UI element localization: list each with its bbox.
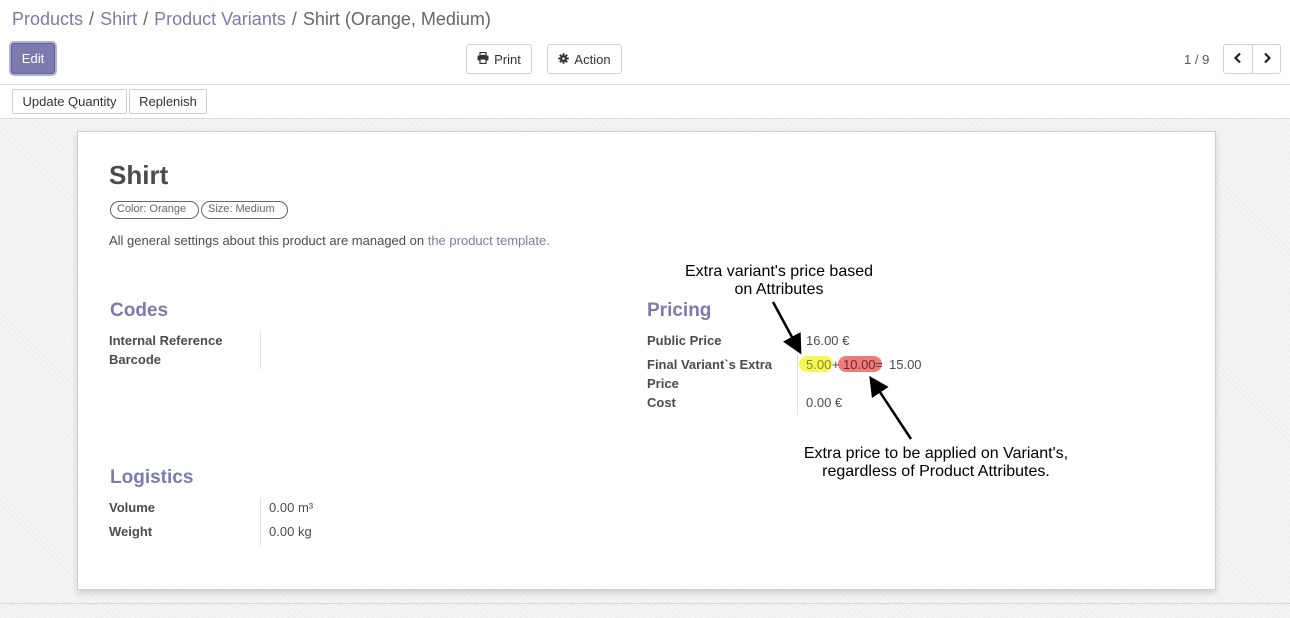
template-info: All general settings about this product … [109, 233, 550, 248]
breadcrumb-separator: / [143, 9, 149, 29]
breadcrumb-separator: / [89, 9, 95, 29]
attribute-extra-value: 5.00 [806, 357, 832, 372]
print-button-label: Print [494, 51, 521, 67]
final-extra-price-label-line2: Price [647, 376, 679, 391]
public-price-value[interactable]: 16.00 € [806, 333, 849, 348]
replenish-button[interactable]: Replenish [129, 89, 207, 114]
equals-sign: = [875, 357, 883, 372]
print-button[interactable]: Print [466, 44, 532, 74]
annotation-attribute-extra: Extra variant's price based on Attribute… [659, 263, 899, 299]
pager-previous-button[interactable] [1223, 44, 1253, 74]
annotation-variant-extra: Extra price to be applied on Variant's, … [786, 445, 1086, 481]
update-quantity-label: Update Quantity [22, 94, 117, 109]
volume-unit: m³ [297, 500, 314, 515]
chevron-right-icon [1262, 52, 1272, 67]
field-separator [260, 331, 261, 369]
update-quantity-button[interactable]: Update Quantity [12, 89, 127, 114]
public-price-label: Public Price [647, 333, 722, 348]
volume-label: Volume [109, 500, 155, 515]
cost-label: Cost [647, 395, 676, 410]
gear-icon [558, 52, 570, 67]
attribute-tag-color: Color: Orange [110, 201, 199, 219]
field-separator [797, 331, 798, 415]
action-button-label: Action [574, 51, 611, 67]
breadcrumb: Products / Shirt / Product Variants / Shirt (O… [12, 9, 491, 30]
annotation-attribute-extra-line2: on Attributes [734, 281, 824, 298]
attribute-tag-size: Size: Medium [201, 201, 288, 219]
cost-value[interactable]: 0.00 € [806, 395, 842, 410]
annotation-variant-extra-line1: Extra price to be applied on Variant's, [803, 445, 1069, 462]
weight-value: 0.00 kg [269, 524, 312, 539]
product-name[interactable]: Shirt [109, 160, 168, 191]
barcode-label: Barcode [109, 352, 162, 367]
breadcrumb-current: Shirt (Orange, Medium) [302, 9, 491, 29]
variant-extra-value[interactable]: 10.00 [843, 357, 876, 372]
replenish-label: Replenish [139, 94, 197, 109]
weight-label: Weight [109, 524, 153, 539]
breadcrumb-products[interactable]: Products [12, 9, 83, 29]
chevron-left-icon [1233, 52, 1243, 67]
pager-value[interactable]: 1 / 9 [1184, 52, 1209, 67]
annotation-variant-extra-line2: regardless of Product Attributes. [822, 463, 1050, 480]
section-title-pricing: Pricing [647, 300, 712, 321]
statusbar: Update Quantity Replenish [0, 85, 1290, 119]
annotation-attribute-extra-line1: Extra variant's price based [684, 263, 874, 280]
final-extra-price-value: 15.00 [889, 357, 922, 372]
internal-reference-label: Internal Reference [109, 333, 223, 348]
volume-number[interactable]: 0.00 [269, 500, 294, 515]
printer-icon [477, 51, 489, 67]
control-panel: Products / Shirt / Product Variants / Shirt (O… [0, 0, 1290, 85]
weight-number[interactable]: 0.00 [269, 524, 294, 539]
pager-next-button[interactable] [1252, 44, 1281, 74]
action-button[interactable]: Action [547, 44, 622, 74]
field-separator [260, 498, 261, 546]
product-template-link[interactable]: the product template. [428, 233, 550, 248]
edit-button[interactable]: Edit [11, 43, 55, 74]
section-title-codes: Codes [110, 300, 169, 321]
final-extra-price-label-line1: Final Variant`s Extra [647, 357, 772, 372]
weight-unit: kg [297, 524, 312, 539]
breadcrumb-shirt[interactable]: Shirt [100, 9, 137, 29]
template-info-text: All general settings about this product … [109, 233, 425, 248]
section-title-logistics: Logistics [110, 467, 194, 488]
breadcrumb-separator: / [291, 9, 297, 29]
breadcrumb-product-variants[interactable]: Product Variants [154, 9, 286, 29]
volume-value: 0.00 m³ [269, 500, 313, 515]
divider [0, 603, 1290, 604]
edit-button-label: Edit [21, 51, 45, 66]
plus-sign: + [832, 357, 840, 372]
